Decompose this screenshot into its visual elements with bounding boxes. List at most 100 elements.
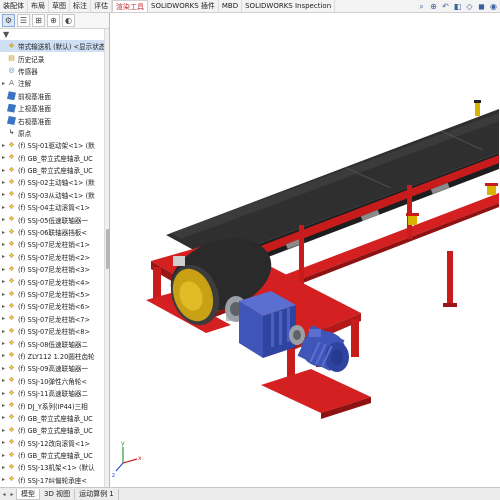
expand-arrow-icon[interactable]: ▸ [0,191,7,198]
expand-arrow-icon[interactable]: ▸ [0,229,7,236]
tree-item[interactable]: ▸ ❖ (f) DJ_Y系列(IP44)三相 [0,399,109,411]
scroll-right-icon[interactable]: ▸ [8,489,16,500]
tree-item[interactable]: ↳ 原点 [0,127,109,139]
tree-scrollbar[interactable] [104,29,109,487]
expand-arrow-icon[interactable]: ▸ [0,303,7,310]
bottom-tab[interactable]: 模型 [16,488,40,500]
expand-arrow-icon[interactable]: ▸ [0,253,7,260]
tree-item[interactable]: ▸ ❖ (f) SSJ-08低速联轴器二 [0,337,109,349]
tree-item[interactable]: ◎ 传感器 [0,65,109,77]
zoom-area-icon[interactable]: ⊕ [429,2,438,11]
part-icon: ❖ [8,462,15,471]
ribbon-tab[interactable]: 布局 [28,0,49,12]
expand-arrow-icon[interactable]: ▸ [0,377,7,384]
ribbon-tab[interactable]: SOLIDWORKS Inspection [242,0,336,12]
tree-item[interactable]: 上视基准面 [0,102,109,114]
tree-item[interactable]: ▸ ❖ (f) SSJ-07尼龙柱销<3> [0,263,109,275]
tree-filter[interactable]: ▼ [0,29,109,40]
tree-item[interactable]: ▸ ❖ (f) SSJ-04主动滚筒<1> [0,201,109,213]
expand-arrow-icon[interactable]: ▸ [0,328,7,335]
tree-item[interactable]: ▸ ❖ (f) SSJ-07尼龙柱销<1> [0,238,109,250]
tree-item[interactable]: ▸ ❖ (f) SSJ-01驱动架<1> (默 [0,139,109,151]
tree-item[interactable]: ▸ ❖ (f) SSJ-17纠偏轮承座< [0,474,109,486]
dim-xpert-icon[interactable]: ⊕ [47,14,60,27]
part-icon: ❖ [8,401,15,410]
expand-arrow-icon[interactable]: ▸ [0,204,7,211]
tree-item[interactable]: ▸ ❖ (f) SSJ-11高速联轴器二 [0,387,109,399]
feature-manager-icon[interactable]: ⚙ [2,14,15,27]
ribbon-tab[interactable]: 标注 [70,0,91,12]
expand-arrow-icon[interactable]: ▸ [0,315,7,322]
ribbon-tab[interactable]: SOLIDWORKS 插件 [148,0,219,12]
tree-item[interactable]: ▸ ❖ (f) SSJ-07尼龙柱销<6> [0,300,109,312]
expand-arrow-icon[interactable]: ▸ [0,402,7,409]
tree-item[interactable]: ▸ ❖ (f) ZLY112 1.20圆柱齿轮 [0,350,109,362]
conveyor-3d-model[interactable]: x y z [111,13,500,487]
expand-arrow-icon[interactable]: ▸ [0,414,7,421]
ribbon-tab[interactable]: 渲染工具 [112,0,148,12]
expand-arrow-icon[interactable]: ▸ [0,167,7,174]
expand-arrow-icon[interactable]: ▸ [0,154,7,161]
tree-item[interactable]: ▸ ❖ (f) SSJ-03从动轴<1> (默 [0,189,109,201]
scroll-left-icon[interactable]: ◂ [0,489,8,500]
expand-arrow-icon[interactable]: ▸ [0,439,7,446]
previous-view-icon[interactable]: ↶ [441,2,450,11]
expand-arrow-icon[interactable]: ▸ [0,266,7,273]
expand-arrow-icon[interactable]: ▸ [0,464,7,471]
expand-arrow-icon[interactable]: ▸ [0,142,7,149]
bottom-tab[interactable]: 运动算例 1 [75,488,119,500]
expand-arrow-icon[interactable]: ▸ [0,179,7,186]
gearbox-fin [279,311,282,345]
filter-icon[interactable]: ▼ [3,30,9,39]
tree-item[interactable]: 右视基准面 [0,114,109,126]
bottom-tab[interactable]: 3D 视图 [40,488,76,500]
tree-item[interactable]: ▸ ❖ (f) SSJ-07尼龙柱销<8> [0,325,109,337]
tree-scrollbar-thumb[interactable] [106,229,109,269]
expand-arrow-icon[interactable]: ▸ [0,216,7,223]
ribbon-tab[interactable]: MBD [219,0,243,12]
ribbon-tab[interactable]: 装配体 [0,0,28,12]
tree-item[interactable]: ▸ ❖ (f) GB_带立式座轴承_UC [0,449,109,461]
tree-item[interactable]: ▸ ❖ (f) GB_带立式座轴承_UC [0,424,109,436]
display-style-icon[interactable]: ◼ [477,2,486,11]
tree-root-assembly[interactable]: ❖ 带式输送机 (默认) <显示状态-1> [0,40,109,53]
tree-item[interactable]: ▸ ❖ (f) SSJ-06联轴器挡板< [0,226,109,238]
view-orientation-icon[interactable]: ◇ [465,2,474,11]
tree-item[interactable]: ▸ ❖ (f) GB_带立式座轴承_UC [0,152,109,164]
expand-arrow-icon[interactable]: ▸ [0,278,7,285]
property-manager-icon[interactable]: ☰ [17,14,30,27]
search-icon[interactable]: ⌕ [417,2,426,11]
tree-item[interactable]: ▸ ❖ (f) SSJ-05低速联轴器一 [0,213,109,225]
expand-arrow-icon[interactable]: ▸ [0,291,7,298]
tree-item[interactable]: ▸ ❖ (f) SSJ-07尼龙柱销<4> [0,275,109,287]
tree-item[interactable]: ▸ ❖ (f) SSJ-07尼龙柱销<5> [0,288,109,300]
expand-arrow-icon[interactable]: ▸ [0,352,7,359]
expand-arrow-icon[interactable]: ▸ [0,452,7,459]
tree-item[interactable]: ▸ ❖ (f) GB_带立式座轴承_UC [0,412,109,424]
tree-item[interactable]: ▸ ❖ (f) SSJ-02主动轴<1> (默 [0,176,109,188]
configuration-manager-icon[interactable]: ⊞ [32,14,45,27]
expand-arrow-icon[interactable]: ▸ [0,365,7,372]
tree-item[interactable]: ▸ ❖ (f) SSJ-10弹性六角轮< [0,375,109,387]
expand-arrow-icon[interactable]: ▸ [0,427,7,434]
tree-item[interactable]: 前视基准面 [0,90,109,102]
expand-arrow-icon[interactable]: ▸ [0,241,7,248]
expand-arrow-icon[interactable]: ▸ [0,340,7,347]
tree-item[interactable]: ▸ ❖ (f) SSJ-07尼龙柱销<7> [0,313,109,325]
tree-item[interactable]: ▸ ❖ (f) SSJ-12改向滚筒<1> [0,437,109,449]
tree-item[interactable]: ▤ 历史记录 [0,52,109,64]
tree-item[interactable]: ▸ ❖ (f) SSJ-13机架<1> (默认 [0,461,109,473]
display-manager-icon[interactable]: ◐ [62,14,75,27]
ribbon-tab[interactable]: 评估 [91,0,112,12]
section-view-icon[interactable]: ◧ [453,2,462,11]
tree-item[interactable]: ▸ ❖ (f) GB_带立式座轴承_UC [0,164,109,176]
tree-item[interactable]: ▸ ❖ (f) SSJ-09高速联轴器一 [0,362,109,374]
tree-item[interactable]: ▸ ❖ (f) SSJ-07尼龙柱销<2> [0,251,109,263]
expand-arrow-icon[interactable]: ▸ [0,476,7,483]
ribbon-tab[interactable]: 草图 [49,0,70,12]
expand-arrow-icon[interactable]: ▸ [0,390,7,397]
tree-item[interactable]: ▸ A 注解 [0,77,109,89]
expand-arrow-icon[interactable]: ▸ [0,80,7,87]
hide-show-icon[interactable]: ◉ [489,2,498,11]
graphics-area[interactable]: x y z [111,13,500,487]
